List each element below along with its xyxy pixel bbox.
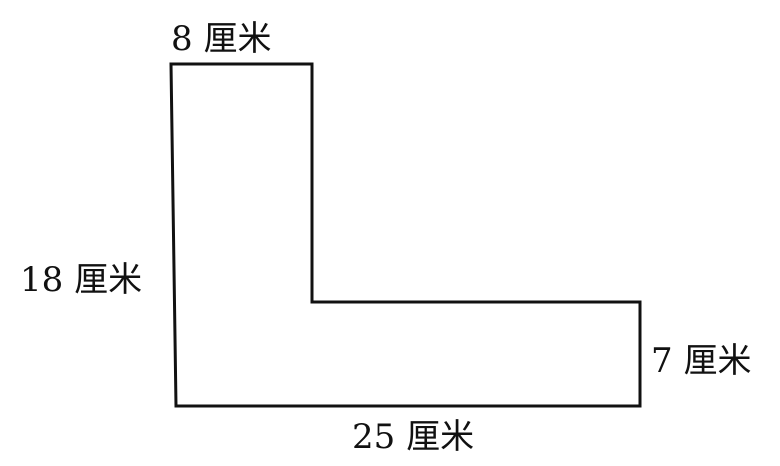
top-dimension-label: 8 厘米 (171, 19, 271, 59)
left-dimension-label: 18 厘米 (20, 260, 142, 300)
l-shape-diagram: 8 厘米 18 厘米 7 厘米 25 厘米 (20, 19, 751, 457)
bottom-dimension-label: 25 厘米 (352, 417, 474, 457)
right-dimension-label: 7 厘米 (651, 341, 751, 381)
l-shape-outline (169, 62, 642, 408)
